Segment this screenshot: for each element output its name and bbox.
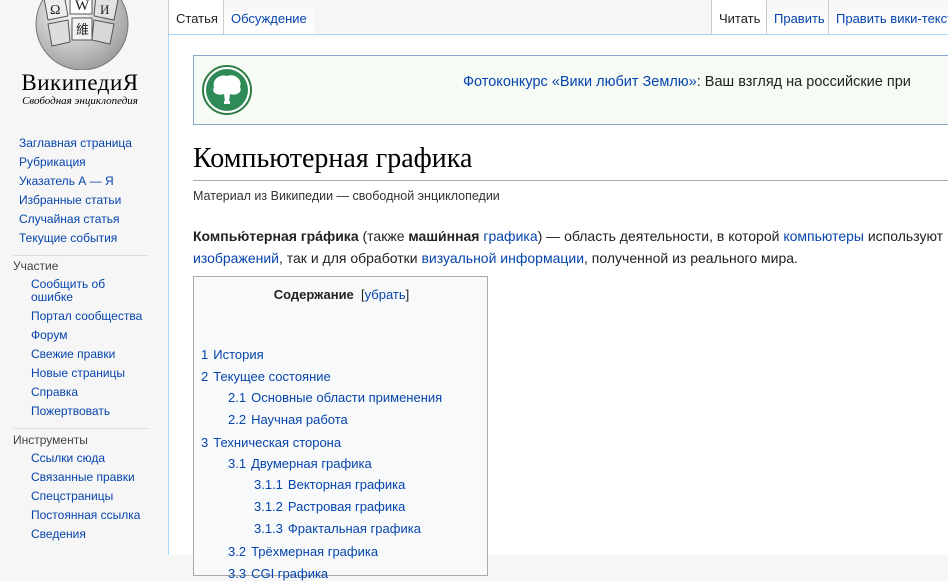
sidebar-tools: Инструменты Ссылки сюда Связанные правки… (0, 431, 160, 544)
toc-label: CGI графика (251, 566, 329, 581)
toc-number: 2.1 (228, 390, 247, 405)
banner-text-tail: : Ваш взгляд на российские при (696, 74, 911, 90)
sidebar-divider (13, 255, 148, 256)
sidebar-item-report-error[interactable]: Сообщить об ошибке (0, 275, 141, 307)
content-area: Фотоконкурс «Вики любит Землю»: Ваш взгл… (168, 34, 948, 581)
tab-article[interactable]: Статья (168, 0, 225, 35)
sidebar-item-page-info[interactable]: Сведения (0, 525, 160, 544)
toc-label: Научная работа (251, 412, 348, 427)
banner-text: Фотоконкурс «Вики любит Землю»: Ваш взгл… (463, 74, 911, 90)
toc-label: Текущее состояние (213, 369, 331, 384)
tree-icon (202, 65, 252, 115)
tab-talk[interactable]: Обсуждение (223, 0, 314, 34)
page-subtitle: Материал из Википедии — свободной энцикл… (193, 189, 500, 203)
toc-number: 3.1.1 (254, 477, 283, 492)
toc-item[interactable]: 2.2 Научная работа (228, 412, 348, 427)
table-of-contents: Содержание [убрать] 1 История 2 Текущее со… (193, 276, 489, 581)
sidebar-heading-tools: Инструменты (13, 433, 88, 447)
toc-item[interactable]: 2.1 Основные области применения (228, 390, 442, 405)
toc-label: Трёхмерная графика (251, 544, 379, 559)
toc-item[interactable]: 3.3 CGI графика (228, 566, 328, 581)
toc-item[interactable]: 2 Текущее состояние (201, 369, 331, 384)
toc-header: Содержание [убрать] (194, 287, 489, 302)
toc-item[interactable]: 3.1.3 Фрактальная графика (254, 521, 421, 536)
toc-bracket-close: ] (405, 287, 410, 302)
lead-link-graphics[interactable]: графика (483, 228, 537, 244)
site-notice-banner: Фотоконкурс «Вики любит Землю»: Ваш взгл… (193, 55, 948, 125)
toc-number: 3.2 (228, 544, 247, 559)
sidebar-item-index[interactable]: Указатель А — Я (0, 172, 160, 191)
sidebar-item-related-changes[interactable]: Связанные правки (0, 468, 160, 487)
tab-edit[interactable]: Править (766, 0, 832, 34)
svg-text:Ω: Ω (50, 3, 60, 18)
lead-term-2: маши́нная (408, 228, 480, 244)
article-lead-paragraph: Компью́терная гра́фика (также маши́нная … (193, 225, 948, 269)
lead-text-1: (также (358, 228, 409, 244)
lead-term: Компью́терная гра́фика (193, 228, 359, 244)
lead-text-4: , так и для обработки (278, 250, 422, 266)
toc-title: Содержание (273, 287, 354, 302)
banner-contest-link[interactable]: Фотоконкурс «Вики любит Землю» (463, 74, 697, 90)
sidebar-navigation: Заглавная страница Рубрикация Указатель … (0, 134, 160, 248)
tab-edit-source[interactable]: Править вики-текст (828, 0, 948, 34)
sidebar-item-help[interactable]: Справка (0, 383, 160, 402)
toc-item[interactable]: 3.1 Двумерная графика (228, 456, 372, 471)
sidebar-item-categories[interactable]: Рубрикация (0, 153, 160, 172)
sidebar-item-featured[interactable]: Избранные статьи (0, 191, 160, 210)
lead-link-visual-info[interactable]: визуальной информации (421, 250, 584, 266)
toc-label: Двумерная графика (251, 456, 372, 471)
tab-read[interactable]: Читать (711, 0, 768, 35)
sidebar-item-community-portal[interactable]: Портал сообщества (0, 307, 160, 326)
toc-number: 3 (201, 435, 209, 450)
sidebar-item-current-events[interactable]: Текущие события (0, 229, 160, 248)
toc-number: 2.2 (228, 412, 247, 427)
toc-number: 3.1 (228, 456, 247, 471)
title-divider (193, 180, 948, 181)
toc-number: 2 (201, 369, 209, 384)
toc-item[interactable]: 3.2 Трёхмерная графика (228, 544, 378, 559)
logo-wordmark: ВикипедиЯ (21, 70, 139, 95)
toc-item[interactable]: 3 Техническая сторона (201, 435, 341, 450)
toc-label: Основные области применения (251, 390, 443, 405)
sidebar-item-random[interactable]: Случайная статья (0, 210, 160, 229)
toc-label: Растровая графика (287, 499, 406, 514)
sidebar-divider (13, 428, 148, 429)
toc-item[interactable]: 3.1.2 Растровая графика (254, 499, 405, 514)
lead-text-3: используют (863, 228, 944, 244)
toc-item[interactable]: 1 История (201, 347, 264, 362)
toc-label: История (213, 347, 264, 362)
sidebar-heading-participation: Участие (13, 259, 59, 273)
lead-link-images[interactable]: изображений (193, 250, 279, 266)
svg-text:W: W (75, 0, 90, 14)
svg-text:維: 維 (76, 22, 89, 37)
wikipedia-logo[interactable]: Ω W И 維 ВикипедиЯ Свободная энциклопедия (0, 0, 160, 115)
sidebar-item-new-pages[interactable]: Новые страницы (0, 364, 160, 383)
toc-label: Векторная графика (287, 477, 406, 492)
sidebar-item-permanent-link[interactable]: Постоянная ссылка (0, 506, 160, 525)
svg-text:И: И (100, 2, 109, 17)
globe-icon: Ω W И 維 (35, 0, 129, 70)
toc-label: Техническая сторона (213, 435, 342, 450)
lead-link-computers[interactable]: компьютеры (783, 228, 864, 244)
toc-item[interactable]: 3.1.1 Векторная графика (254, 477, 405, 492)
sidebar-item-special-pages[interactable]: Спецстраницы (0, 487, 160, 506)
lead-text-2: ) — область деятельности, в которой (537, 228, 784, 244)
sidebar-item-what-links-here[interactable]: Ссылки сюда (0, 449, 160, 468)
sidebar-item-recent-changes[interactable]: Свежие правки (0, 345, 160, 364)
toc-number: 3.1.2 (254, 499, 283, 514)
lead-text-5: , полученной из реального мира. (584, 250, 798, 266)
sidebar-item-forum[interactable]: Форум (0, 326, 160, 345)
toc-number: 1 (201, 347, 209, 362)
toc-number: 3.3 (228, 566, 247, 581)
toc-toggle-link[interactable]: убрать (365, 287, 406, 302)
logo-tagline: Свободная энциклопедия (22, 95, 138, 107)
sidebar-item-donate[interactable]: Пожертвовать (0, 402, 160, 421)
sidebar-participation: Участие Сообщить об ошибке Портал сообще… (0, 257, 160, 421)
page-title: Компьютерная графика (193, 143, 473, 174)
toc-label: Фрактальная графика (287, 521, 421, 536)
toc-number: 3.1.3 (254, 521, 283, 536)
sidebar-item-main-page[interactable]: Заглавная страница (0, 134, 160, 153)
